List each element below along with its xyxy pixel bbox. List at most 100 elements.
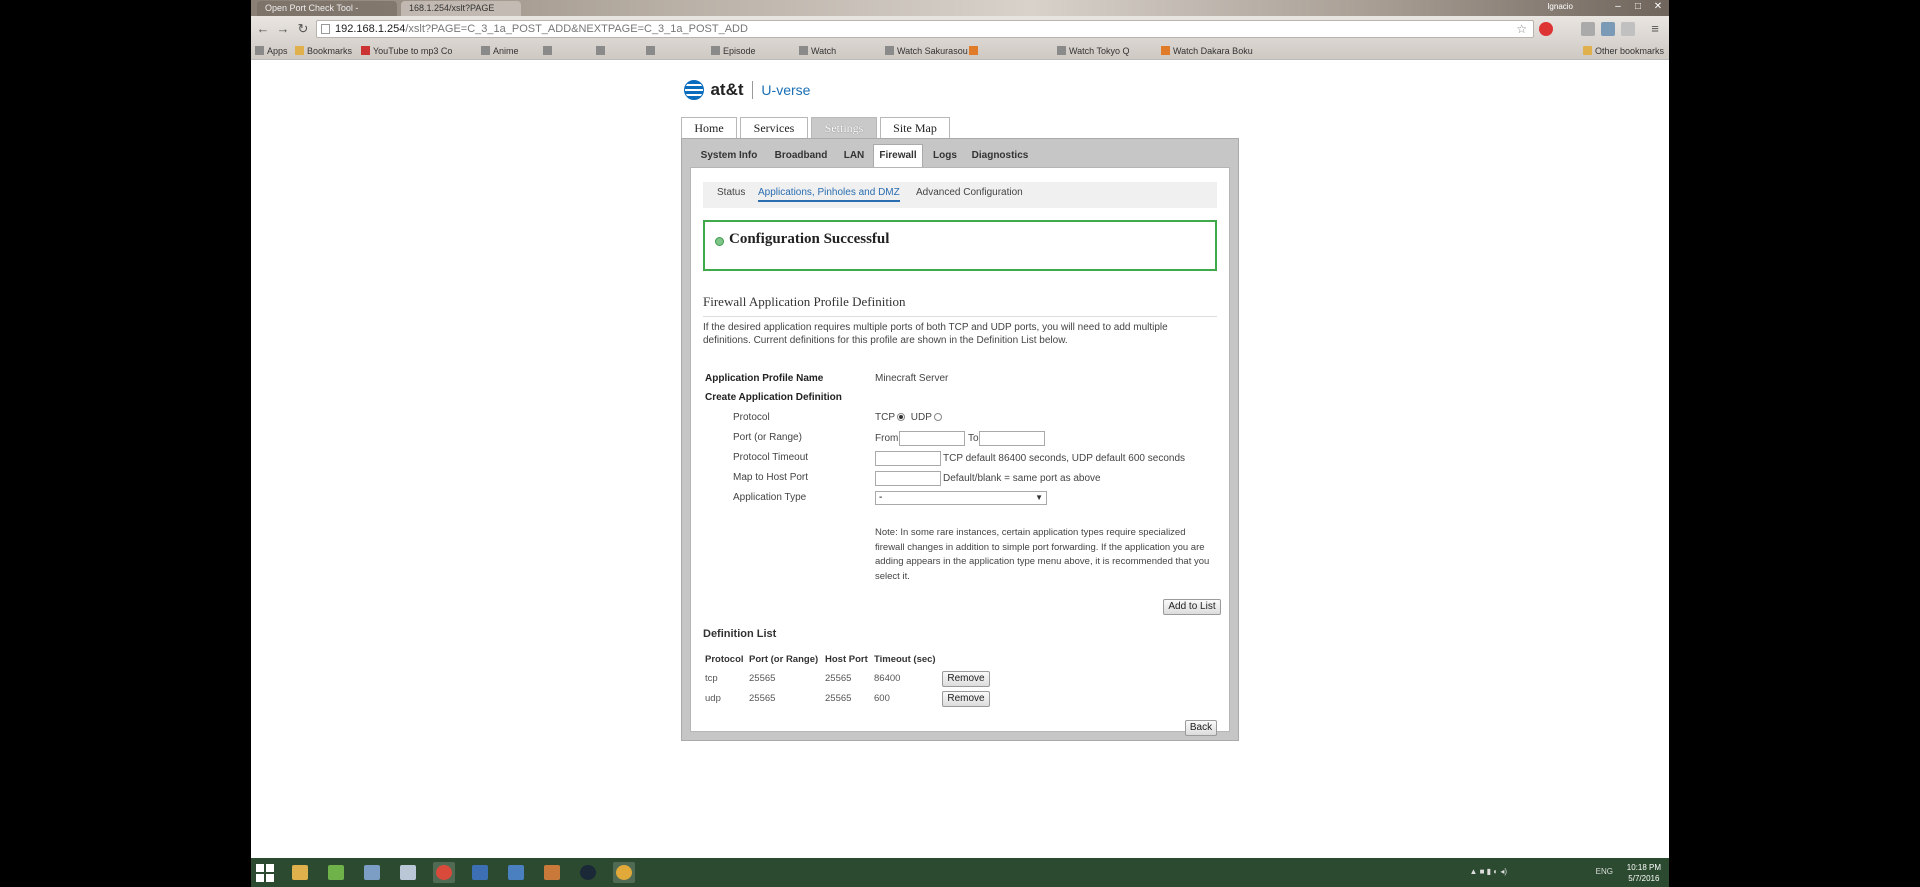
map-host-port-input[interactable] xyxy=(875,471,941,486)
subtab-system-info[interactable]: System Info xyxy=(694,146,764,166)
taskbar-clock[interactable]: 10:18 PM 5/7/2016 xyxy=(1627,862,1661,884)
bookmark-item[interactable]: Bookmarks xyxy=(295,42,352,59)
subtab-diagnostics[interactable]: Diagnostics xyxy=(968,146,1032,166)
bookmark-apps[interactable]: Apps xyxy=(255,42,288,59)
bookmark-label: YouTube to mp3 Co xyxy=(373,46,453,56)
browser-tab-router[interactable]: 168.1.254/xslt?PAGE xyxy=(401,1,521,16)
bookmark-item[interactable]: Anime xyxy=(481,42,519,59)
reload-icon[interactable]: ↻ xyxy=(295,21,311,37)
tab-services[interactable]: Services xyxy=(740,117,808,138)
calculator-icon[interactable] xyxy=(505,862,527,883)
bookmark-label: Watch Dakara Boku xyxy=(1173,46,1253,56)
extension-icon[interactable] xyxy=(1601,22,1615,36)
col-header-timeout: Timeout (sec) xyxy=(874,654,936,665)
maps-icon[interactable] xyxy=(325,862,347,883)
chrome-icon[interactable] xyxy=(433,862,455,883)
remove-button[interactable]: Remove xyxy=(942,671,990,687)
forward-arrow-icon[interactable]: → xyxy=(275,21,291,37)
tcp-radio[interactable] xyxy=(897,413,905,421)
back-button[interactable]: Back xyxy=(1185,720,1217,736)
subtab-label: Logs xyxy=(933,150,957,161)
dropdown-arrow-icon: ▼ xyxy=(1035,493,1043,502)
remove-button[interactable]: Remove xyxy=(942,691,990,707)
map-host-port-label: Map to Host Port xyxy=(733,472,809,483)
add-to-list-button[interactable]: Add to List xyxy=(1163,599,1221,615)
browser-tab-strip: Open Port Check Tool - 168.1.254/xslt?PA… xyxy=(251,0,1669,16)
windows-start-icon[interactable] xyxy=(256,864,274,882)
subtab-lan[interactable]: LAN xyxy=(838,146,870,166)
bookmark-item[interactable] xyxy=(596,42,608,59)
subtab-firewall[interactable]: Firewall xyxy=(873,144,923,167)
application-type-select[interactable]: - ▼ xyxy=(875,491,1047,505)
bookmark-item[interactable]: Watch Dakara Boku xyxy=(1161,42,1253,59)
maximize-icon[interactable]: □ xyxy=(1629,0,1647,14)
site-icon xyxy=(711,46,720,55)
folder-icon xyxy=(1583,46,1592,55)
application-type-note: Note: In some rare instances, certain ap… xyxy=(875,527,1210,582)
back-arrow-icon[interactable]: ← xyxy=(255,21,271,37)
from-label: From xyxy=(875,433,899,444)
clock-time: 10:18 PM xyxy=(1626,863,1661,872)
file-explorer-icon[interactable] xyxy=(289,862,311,883)
col-header-port: Port (or Range) xyxy=(749,654,819,665)
row-protocol: udp xyxy=(705,693,721,704)
protocol-timeout-label: Protocol Timeout xyxy=(733,452,809,463)
url-host: 192.168.1.254 xyxy=(335,23,406,35)
link-advanced-configuration[interactable]: Advanced Configuration xyxy=(916,187,1023,198)
language-indicator[interactable]: ENG xyxy=(1596,867,1613,876)
tab-label: Settings xyxy=(824,121,864,135)
bookmark-item[interactable]: Watch xyxy=(799,42,836,59)
udp-radio[interactable] xyxy=(933,413,942,421)
steam-icon[interactable] xyxy=(577,862,599,883)
browser-tab-port-check[interactable]: Open Port Check Tool - xyxy=(257,1,397,16)
computer-icon[interactable] xyxy=(397,862,419,883)
row-protocol: tcp xyxy=(705,673,718,684)
app-icon[interactable] xyxy=(541,862,563,883)
media-player-icon[interactable] xyxy=(469,862,491,883)
site-icon xyxy=(596,46,605,55)
minimize-icon[interactable]: – xyxy=(1609,0,1627,14)
tab-site-map[interactable]: Site Map xyxy=(880,117,950,138)
tab-label: Home xyxy=(694,121,724,135)
protocol-timeout-input[interactable] xyxy=(875,451,941,466)
subtab-broadband[interactable]: Broadband xyxy=(768,146,834,166)
tab-home[interactable]: Home xyxy=(681,117,737,138)
bookmark-item[interactable]: Watch Sakurasou xyxy=(885,42,968,59)
menu-icon[interactable]: ≡ xyxy=(1647,21,1663,37)
extension-icon[interactable] xyxy=(1581,22,1595,36)
extension-icon[interactable] xyxy=(1621,22,1635,36)
bookmark-label: Watch Sakurasou xyxy=(897,46,968,56)
link-status[interactable]: Status xyxy=(717,187,745,198)
close-icon[interactable]: ✕ xyxy=(1649,0,1667,14)
port-to-input[interactable] xyxy=(979,431,1045,446)
extension-icon[interactable] xyxy=(1539,22,1553,36)
port-from-input[interactable] xyxy=(899,431,965,446)
bookmark-star-icon[interactable]: ☆ xyxy=(1516,21,1527,37)
tray-icons[interactable]: ▲ ■ ▮ ◐ ◂) xyxy=(1469,867,1507,876)
bookmark-item[interactable] xyxy=(543,42,555,59)
to-label: To xyxy=(968,433,979,444)
protocol-label: Protocol xyxy=(733,412,770,423)
link-applications-pinholes-dmz[interactable]: Applications, Pinholes and DMZ xyxy=(758,187,900,202)
recording-app-icon[interactable] xyxy=(613,862,635,883)
bookmark-item[interactable] xyxy=(646,42,658,59)
subtab-logs[interactable]: Logs xyxy=(928,146,962,166)
bookmark-item[interactable]: Episode xyxy=(711,42,756,59)
site-icon xyxy=(885,46,894,55)
tab-settings[interactable]: Settings xyxy=(811,117,877,139)
other-bookmarks[interactable]: Other bookmarks xyxy=(1583,42,1664,59)
bookmark-label: Watch Tokyo Q xyxy=(1069,46,1130,56)
bookmark-item[interactable]: YouTube to mp3 Co xyxy=(361,42,453,59)
address-bar[interactable]: 192.168.1.254/xslt?PAGE=C_3_1a_POST_ADD&… xyxy=(316,20,1534,38)
tab-label: Services xyxy=(753,121,795,135)
row-port: 25565 xyxy=(749,673,776,684)
section-description: If the desired application requires mult… xyxy=(703,322,1168,346)
bookmark-label: Episode xyxy=(723,46,756,56)
timeout-hint: TCP default 86400 seconds, UDP default 6… xyxy=(943,453,1186,464)
youtube-icon xyxy=(361,46,370,55)
profile-name[interactable]: Ignacio xyxy=(1547,2,1573,11)
network-icon[interactable] xyxy=(361,862,383,883)
bookmark-item[interactable] xyxy=(969,42,981,59)
settings-frame: System Info Broadband LAN Firewall Logs … xyxy=(681,138,1239,741)
bookmark-item[interactable]: Watch Tokyo Q xyxy=(1057,42,1130,59)
